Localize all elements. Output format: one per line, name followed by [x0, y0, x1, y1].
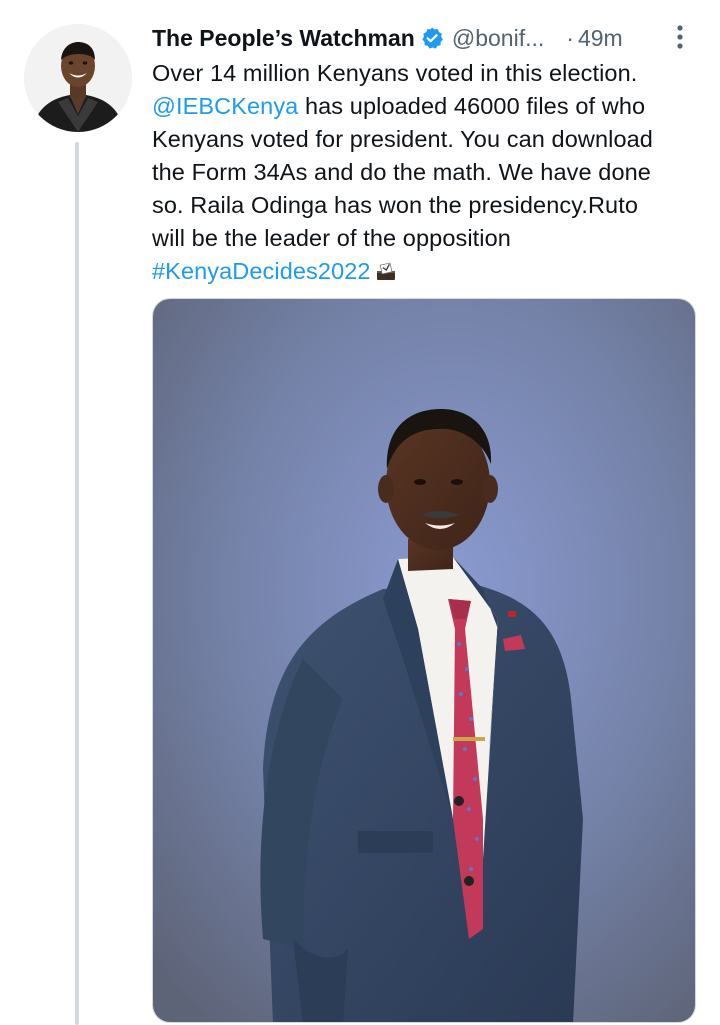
hashtag-link[interactable]: #KenyaDecides2022	[152, 258, 371, 284]
tweet-text-line: so. Raila Odinga has won the presidency.…	[152, 192, 638, 218]
tweet-text-fragment: has uploaded 46000 files of who	[298, 93, 646, 119]
tweet-text: Over 14 million Kenyans voted in this el…	[152, 57, 697, 288]
tweet-text-line: #KenyaDecides2022	[152, 255, 697, 288]
tweet-header: The People’s Watchman @bonif... · 49m	[152, 20, 692, 56]
tweet-text-line: @IEBCKenya has uploaded 46000 files of w…	[152, 90, 697, 123]
thread-line	[75, 142, 79, 1025]
verified-badge-icon	[420, 26, 444, 50]
avatar-image	[24, 24, 132, 132]
tweet-photo[interactable]	[152, 298, 696, 1023]
mention-link[interactable]: @IEBCKenya	[152, 93, 298, 119]
separator-dot: ·	[566, 24, 574, 51]
tweet-text-line: Kenyans voted for president. You can dow…	[152, 126, 653, 152]
tweet-text-line: will be the leader of the opposition	[152, 225, 511, 251]
tweet-text-line: the Form 34As and do the math. We have d…	[152, 159, 651, 185]
timestamp[interactable]: 49m	[578, 25, 623, 52]
more-options-icon[interactable]	[668, 22, 692, 52]
photo-portrait-man-in-suit	[153, 299, 695, 1022]
avatar[interactable]	[24, 24, 132, 132]
ballot-box-icon	[375, 258, 397, 280]
display-name[interactable]: The People’s Watchman	[152, 25, 415, 52]
tweet[interactable]: The People’s Watchman @bonif... · 49m Ov…	[0, 0, 720, 1025]
handle[interactable]: @bonif...	[452, 25, 544, 52]
tweet-text-line: Over 14 million Kenyans voted in this el…	[152, 60, 638, 86]
